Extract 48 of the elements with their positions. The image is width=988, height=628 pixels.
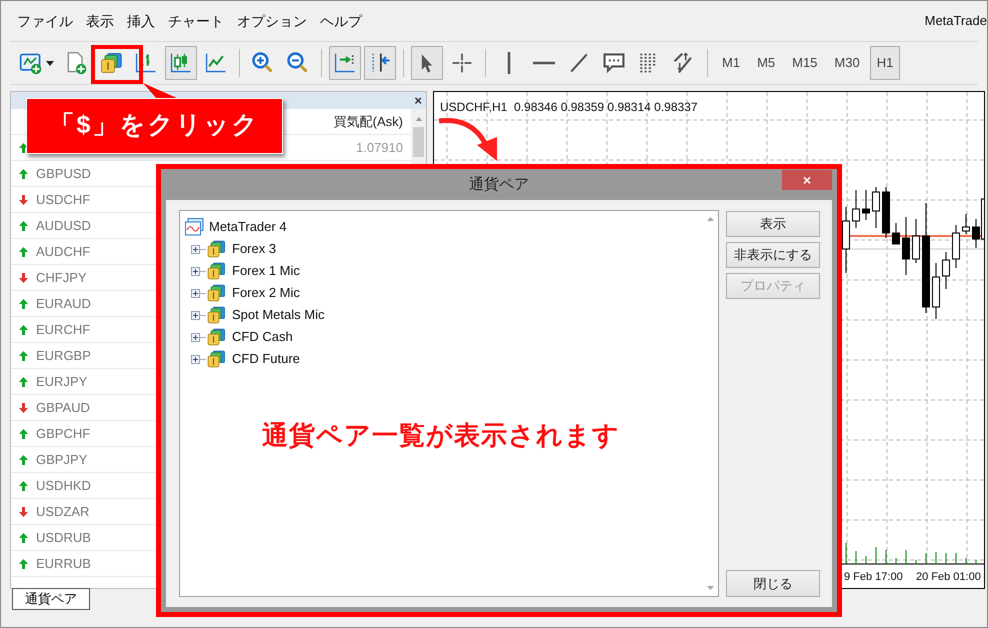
tree-item[interactable]: Forex 1 Mic	[232, 261, 300, 281]
symbol-label[interactable]: GBPCHF	[36, 424, 90, 444]
symbol-label[interactable]: AUDCHF	[36, 242, 90, 262]
tree-item[interactable]: CFD Cash	[232, 327, 293, 347]
dialog-button[interactable]: 表示	[726, 211, 820, 237]
dialog-title: 通貨ペア	[469, 174, 529, 195]
dialog-button[interactable]: 非表示にする	[726, 242, 820, 268]
symbol-label[interactable]: USDRUB	[36, 528, 91, 548]
timeframe-button[interactable]: H1	[870, 46, 900, 80]
symbol-label[interactable]: CHFJPY	[36, 268, 87, 288]
symbol-label[interactable]: GBPJPY	[36, 450, 88, 470]
chart-title: USDCHF,H1 0.98346 0.98359 0.98314 0.98337	[440, 99, 698, 116]
timeframe-button[interactable]: M30	[827, 46, 867, 80]
panel-tab[interactable]: 通貨ペア	[12, 588, 90, 610]
ask-price: 1.07910	[356, 138, 403, 157]
symbol-label[interactable]: EURAUD	[36, 294, 91, 314]
menu-item[interactable]: オプション	[237, 10, 307, 32]
symbol-label[interactable]: USDHKD	[36, 476, 91, 496]
close-button[interactable]: ×	[782, 170, 832, 190]
tree-item[interactable]: Spot Metals Mic	[232, 305, 324, 325]
timeframe-button[interactable]: M1	[715, 46, 748, 80]
menu-item[interactable]: 表示	[86, 10, 114, 32]
column-header[interactable]: 買気配(Ask)	[334, 112, 403, 132]
annotation-text: 通貨ペア一覧が表示されます	[261, 419, 621, 452]
timeframe-button[interactable]: M5	[750, 46, 782, 80]
tree-item[interactable]: MetaTrader 4	[209, 217, 287, 237]
tree-item[interactable]: Forex 3	[232, 239, 276, 259]
symbol-label[interactable]: AUDUSD	[36, 216, 91, 236]
symbol-label[interactable]: EURGBP	[36, 346, 91, 366]
time-label: 20 Feb 01:00	[916, 570, 981, 585]
tree-item[interactable]: Forex 2 Mic	[232, 283, 300, 303]
symbol-label[interactable]: USDCHF	[36, 190, 90, 210]
symbol-label[interactable]: EURRUB	[36, 554, 91, 574]
menu-item[interactable]: チャート	[168, 10, 224, 32]
time-label: 9 Feb 17:00	[844, 570, 903, 585]
menu-item[interactable]: ヘルプ	[320, 10, 362, 32]
timeframe-button[interactable]: M15	[785, 46, 824, 80]
symbol-label[interactable]: USDZAR	[36, 502, 90, 522]
app-title: MetaTrade	[924, 12, 987, 30]
symbol-label[interactable]: GBPAUD	[36, 398, 90, 418]
close-dialog-button[interactable]: 閉じる	[726, 570, 820, 597]
menu-item[interactable]: ファイル	[17, 10, 73, 32]
symbol-label[interactable]: EURJPY	[36, 372, 88, 392]
symbol-label[interactable]: GBPUSD	[36, 164, 91, 184]
symbol-label[interactable]: EURCHF	[36, 320, 90, 340]
tree-item[interactable]: CFD Future	[232, 349, 300, 369]
menu-item[interactable]: 挿入	[127, 10, 155, 32]
close-icon[interactable]: ×	[414, 94, 422, 107]
